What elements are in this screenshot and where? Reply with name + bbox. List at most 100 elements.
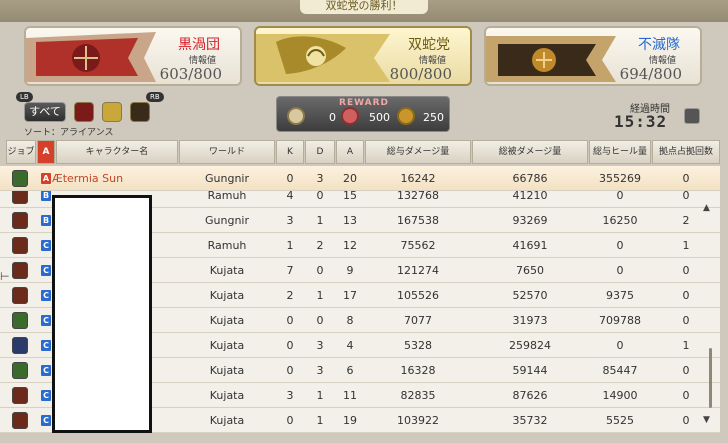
cell-taken: 35732	[512, 414, 548, 427]
elapsed-time-value: 15:32	[614, 112, 668, 131]
victory-banner: 双蛇党の勝利！	[300, 0, 428, 14]
cell-d: 0	[316, 264, 324, 277]
cell-a: 8	[346, 314, 354, 327]
cell-d: 1	[316, 389, 324, 402]
cell-world: Kujata	[209, 289, 245, 302]
cell-heal: 9375	[606, 289, 634, 302]
header-captures[interactable]: 拠点占拠回数	[652, 140, 720, 164]
cell-d: 3	[316, 339, 324, 352]
alliance-badge: C	[41, 390, 51, 401]
maelstrom-emblem-icon	[26, 32, 156, 82]
scroll-up-icon[interactable]: ▲	[703, 203, 710, 213]
header-assists[interactable]: A	[336, 140, 364, 164]
job-icon	[12, 287, 28, 304]
job-icon	[12, 337, 28, 354]
cell-cap: 0	[682, 264, 690, 277]
table-row[interactable]: A Ætermia Sun Gungnir 0 3 20 16242 66786 355269 0	[0, 166, 720, 191]
cell-dmg: 75562	[400, 239, 436, 252]
header-character-name[interactable]: キャラクター名	[56, 140, 178, 164]
reward-title: REWARD	[339, 98, 389, 108]
job-icon	[12, 170, 28, 187]
controls-bar: LB すべて RB ソート：アライアンス REWARD 0 500 250 経過…	[0, 92, 728, 138]
cell-taken: 41691	[512, 239, 548, 252]
cell-a: 19	[343, 414, 357, 427]
header-damage-taken[interactable]: 総被ダメージ量	[472, 140, 588, 164]
cell-k: 0	[286, 172, 294, 185]
cell-k: 2	[286, 289, 294, 302]
team-name: 双蛇党	[408, 37, 450, 53]
cell-d: 1	[316, 214, 324, 227]
filter-all-button[interactable]: すべて	[24, 102, 66, 122]
cell-d: 1	[316, 289, 324, 302]
cell-world: Kujata	[209, 264, 245, 277]
redacted-names-block	[52, 195, 152, 433]
cell-d: 2	[316, 239, 324, 252]
twin-adder-emblem-icon	[256, 34, 390, 82]
scroll-down-icon[interactable]: ▼	[703, 415, 710, 425]
cell-a: 6	[346, 364, 354, 377]
cell-a: 12	[343, 239, 357, 252]
reward-value-2: 500	[369, 111, 390, 124]
table-header: ジョブ A キャラクター名 ワールド K D A 総与ダメージ量 総被ダメージ量…	[0, 140, 720, 164]
cell-a: 9	[346, 264, 354, 277]
twin-adder-filter-icon[interactable]	[102, 102, 122, 122]
cell-world: Kujata	[209, 314, 245, 327]
cell-cap: 0	[682, 172, 690, 185]
character-name: Ætermia Sun	[52, 172, 124, 185]
alliance-badge: B	[41, 215, 51, 226]
window-edge-icon: ⊢	[0, 270, 10, 283]
alliance-badge: C	[41, 315, 51, 326]
memo-icon[interactable]	[684, 108, 700, 124]
cell-dmg: 167538	[397, 214, 439, 227]
cell-taken: 59144	[512, 364, 548, 377]
cell-heal: 355269	[599, 172, 641, 185]
cell-cap: 0	[682, 314, 690, 327]
job-icon	[12, 212, 28, 229]
job-icon	[12, 387, 28, 404]
cell-d: 0	[316, 314, 324, 327]
cell-heal: 0	[616, 339, 624, 352]
alliance-badge: C	[41, 365, 51, 376]
header-healing[interactable]: 総与ヒール量	[589, 140, 651, 164]
cell-taken: 93269	[512, 214, 548, 227]
alliance-badge: C	[41, 265, 51, 276]
cell-taken: 259824	[509, 339, 551, 352]
alliance-badge: C	[41, 290, 51, 301]
immortal-flames-filter-icon[interactable]	[130, 102, 150, 122]
team-score: 603/800	[159, 65, 222, 83]
exp-icon	[341, 107, 359, 125]
cell-world: Kujata	[209, 364, 245, 377]
team-name: 不滅隊	[638, 37, 680, 53]
job-icon	[12, 412, 28, 429]
cell-k: 0	[286, 314, 294, 327]
cell-k: 3	[286, 389, 294, 402]
cell-k: 0	[286, 339, 294, 352]
job-icon	[12, 312, 28, 329]
alliance-badge: C	[41, 415, 51, 426]
cell-d: 3	[316, 172, 324, 185]
cell-heal: 16250	[602, 214, 638, 227]
cell-world: Gungnir	[205, 214, 249, 227]
cell-world: Kujata	[209, 414, 245, 427]
cell-dmg: 16328	[400, 364, 436, 377]
header-world[interactable]: ワールド	[179, 140, 275, 164]
cell-cap: 1	[682, 239, 690, 252]
maelstrom-filter-icon[interactable]	[74, 102, 94, 122]
header-deaths[interactable]: D	[305, 140, 335, 164]
alliance-badge: B	[41, 190, 51, 201]
header-damage-dealt[interactable]: 総与ダメージ量	[365, 140, 471, 164]
job-icon	[12, 362, 28, 379]
cell-world: Kujata	[209, 339, 245, 352]
header-job[interactable]: ジョブ	[6, 140, 36, 164]
cell-heal: 5525	[606, 414, 634, 427]
cell-heal: 14900	[602, 389, 638, 402]
cell-heal: 709788	[599, 314, 641, 327]
cell-k: 3	[286, 214, 294, 227]
header-kills[interactable]: K	[276, 140, 304, 164]
cell-taken: 66786	[512, 172, 548, 185]
header-alliance[interactable]: A	[37, 140, 55, 164]
team-score: 694/800	[619, 65, 682, 83]
scrollbar[interactable]	[709, 348, 712, 408]
cell-taken: 87626	[512, 389, 548, 402]
cell-dmg: 105526	[397, 289, 439, 302]
